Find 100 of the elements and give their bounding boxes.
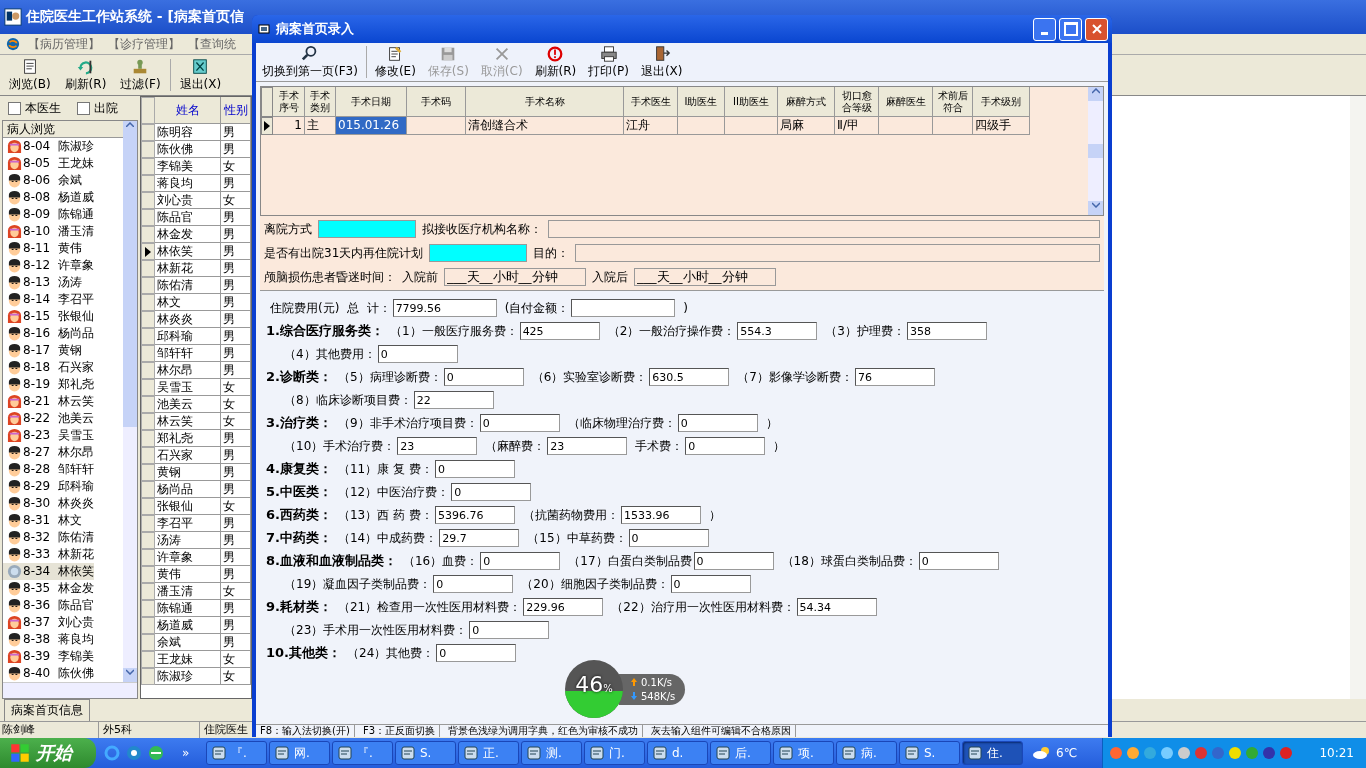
input-field[interactable]: 0 <box>436 644 517 662</box>
patient-item[interactable]: 8-06 余斌 <box>3 172 82 189</box>
input-field[interactable]: 7799.56 <box>392 299 497 317</box>
column-header[interactable]: 切口愈合等级 <box>835 87 879 117</box>
scroll-thumb[interactable] <box>123 126 137 427</box>
patient-item[interactable]: 8-18 石兴家 <box>3 359 94 376</box>
tray-icon[interactable] <box>1126 746 1140 760</box>
patient-item[interactable]: 8-22 池美云 <box>3 410 94 427</box>
input-field[interactable]: 0 <box>451 483 532 501</box>
input-field[interactable]: 0 <box>434 460 515 478</box>
patient-item[interactable]: 8-14 李召平 <box>3 291 94 308</box>
toolbar-button[interactable]: 过滤(F) <box>115 56 166 94</box>
tray-icon[interactable] <box>1143 746 1157 760</box>
input-field[interactable]: 23 <box>397 437 478 455</box>
input-field[interactable]: 0 <box>677 414 758 432</box>
table-cell[interactable]: 清创缝合术 <box>466 117 624 135</box>
table-cell[interactable] <box>933 117 973 135</box>
input-field[interactable]: ___天__小时__分钟 <box>634 268 776 286</box>
taskbar-button[interactable]: 『. <box>206 741 267 765</box>
table-cell[interactable]: Ⅱ/甲 <box>835 117 879 135</box>
patient-item[interactable]: 8-34 林依笑 <box>3 563 94 580</box>
patient-item[interactable]: 8-36 陈品官 <box>3 597 94 614</box>
tab[interactable]: 病案首页信息 <box>4 699 90 721</box>
input-field[interactable]: 0 <box>480 552 561 570</box>
input-field[interactable]: 0 <box>443 368 524 386</box>
column-header[interactable]: 手术医生 <box>624 87 678 117</box>
globe-icon[interactable] <box>148 745 164 761</box>
input-field[interactable]: 0 <box>377 345 458 363</box>
patient-item[interactable]: 8-30 林炎炎 <box>3 495 94 512</box>
taskbar-button[interactable]: 病. <box>836 741 897 765</box>
taskbar-button[interactable]: 后. <box>710 741 771 765</box>
input-field[interactable]: 554.3 <box>737 322 818 340</box>
patient-item[interactable]: 8-33 林新花 <box>3 546 94 563</box>
patient-item[interactable]: 8-31 林文 <box>3 512 82 529</box>
column-header[interactable]: 姓名 <box>155 97 221 124</box>
patient-item[interactable]: 8-29 邱科瑜 <box>3 478 94 495</box>
more-button[interactable]: » <box>182 746 190 760</box>
taskbar-button[interactable]: S. <box>395 741 456 765</box>
column-header[interactable]: 手术序号 <box>273 87 305 117</box>
table-cell[interactable]: 江舟 <box>624 117 678 135</box>
patient-item[interactable]: 8-10 潘玉清 <box>3 223 94 240</box>
table-cell[interactable]: 1 <box>273 117 305 135</box>
input-field[interactable]: 229.96 <box>523 598 604 616</box>
input-field[interactable]: 54.34 <box>796 598 877 616</box>
tray-icon[interactable] <box>1211 746 1225 760</box>
menu-item[interactable]: 【诊疗管理】 <box>108 36 180 52</box>
input-field[interactable] <box>548 220 1100 238</box>
patient-item[interactable]: 8-08 杨道威 <box>3 189 94 206</box>
input-field[interactable] <box>571 299 676 317</box>
patient-item[interactable]: 8-19 郑礼尧 <box>3 376 94 393</box>
tray-icon[interactable] <box>1228 746 1242 760</box>
tray-icon[interactable] <box>1109 746 1123 760</box>
menu-item[interactable]: 【病历管理】 <box>28 36 100 52</box>
patient-item[interactable]: 8-04 陈淑珍 <box>3 138 94 155</box>
table-cell[interactable]: 局麻 <box>778 117 835 135</box>
toolbar-button[interactable]: 切换到第一页(F3) <box>258 44 362 80</box>
column-header[interactable]: 手术日期 <box>336 87 407 117</box>
taskbar-button[interactable]: 住. <box>962 741 1023 765</box>
table-cell[interactable] <box>725 117 778 135</box>
taskbar-button[interactable]: 网. <box>269 741 330 765</box>
browser-icon[interactable] <box>104 745 120 761</box>
taskbar-button[interactable]: 门. <box>584 741 645 765</box>
column-header[interactable]: I助医生 <box>678 87 725 117</box>
scrollbar[interactable] <box>1350 96 1366 699</box>
table-cell[interactable]: 四级手 <box>973 117 1030 135</box>
scrollbar[interactable] <box>3 682 137 698</box>
patient-item[interactable]: 8-27 林尔昂 <box>3 444 94 461</box>
tray-icon[interactable] <box>1262 746 1276 760</box>
patient-item[interactable]: 8-23 吴雪玉 <box>3 427 94 444</box>
column-header[interactable]: 手术级别 <box>973 87 1030 117</box>
input-field[interactable]: 22 <box>413 391 494 409</box>
column-header[interactable]: 麻醉医生 <box>879 87 933 117</box>
input-field[interactable]: ___天__小时__分钟 <box>444 268 586 286</box>
row-header[interactable] <box>141 243 155 260</box>
filter-checkbox[interactable]: 本医生 <box>8 99 61 117</box>
close-button[interactable] <box>1085 17 1108 41</box>
input-field[interactable]: 0 <box>479 414 560 432</box>
swirl-icon[interactable] <box>126 745 142 761</box>
tray-icon[interactable] <box>1177 746 1191 760</box>
input-field[interactable]: 1533.96 <box>620 506 701 524</box>
input-field[interactable]: 29.7 <box>439 529 520 547</box>
toolbar-button[interactable]: 退出(X) <box>636 44 687 80</box>
scroll-thumb[interactable] <box>1088 144 1103 158</box>
patient-item[interactable]: 8-05 王龙妹 <box>3 155 94 172</box>
filter-checkbox[interactable]: 出院 <box>77 99 118 117</box>
taskbar-button[interactable]: d. <box>647 741 708 765</box>
input-field[interactable] <box>318 220 416 238</box>
input-field[interactable]: 23 <box>547 437 628 455</box>
maximize-button[interactable] <box>1059 17 1082 41</box>
toolbar-button[interactable]: 浏览(B) <box>4 56 56 94</box>
patient-item[interactable]: 8-16 杨尚品 <box>3 325 94 342</box>
input-field[interactable] <box>575 244 1100 262</box>
patient-item[interactable]: 8-32 陈佑清 <box>3 529 94 546</box>
column-header[interactable]: 性别 <box>220 97 251 124</box>
input-field[interactable]: 76 <box>854 368 935 386</box>
tray-icon[interactable] <box>1160 746 1174 760</box>
input-field[interactable]: 0 <box>628 529 709 547</box>
input-field[interactable]: 5396.76 <box>434 506 515 524</box>
input-field[interactable]: 0 <box>433 575 514 593</box>
input-field[interactable]: 0 <box>670 575 751 593</box>
